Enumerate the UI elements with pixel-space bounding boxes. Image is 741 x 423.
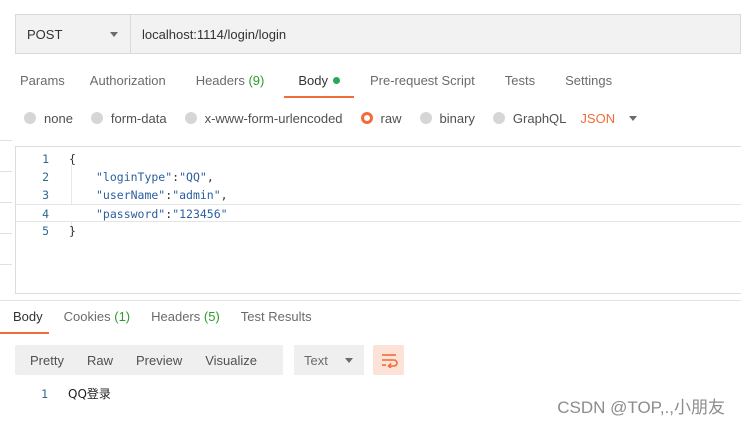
response-tab-body[interactable]: Body [0, 309, 49, 335]
response-view-modes: Pretty Raw Preview Visualize [15, 345, 283, 375]
radio-selected-icon [360, 112, 373, 124]
response-content: QQ登录 [68, 387, 111, 401]
request-body-editor[interactable]: 1 { 2 "loginType":"QQ", 3 "userName":"ad… [15, 146, 741, 294]
radio-none[interactable]: none [24, 111, 73, 126]
code-text: "loginType":"QQ", [96, 170, 214, 184]
body-mode-options: none form-data x-www-form-urlencoded raw… [24, 108, 638, 128]
radio-circle-icon [419, 112, 432, 124]
radio-binary[interactable]: binary [419, 111, 475, 126]
chevron-down-icon [629, 115, 638, 121]
response-tab-cookies[interactable]: Cookies (1) [64, 309, 130, 335]
code-text: } [69, 224, 76, 238]
radio-form-data[interactable]: form-data [90, 111, 167, 126]
watermark: CSDN @TOP,.,小朋友 [557, 398, 725, 417]
editor-line: 1 { [42, 152, 76, 166]
request-tabs: Params Authorization Headers (9) Body Pr… [20, 64, 612, 98]
response-tab-test-results[interactable]: Test Results [241, 309, 312, 335]
headers-count: (9) [248, 73, 265, 88]
view-visualize-button[interactable]: Visualize [190, 353, 265, 368]
code-text: "password":"123456" [96, 207, 228, 221]
wrap-lines-button[interactable] [373, 345, 404, 375]
radio-circle-icon [492, 112, 505, 124]
radio-graphql[interactable]: GraphQL [492, 111, 566, 126]
response-divider [0, 300, 741, 301]
editor-line: 5 } [42, 224, 76, 238]
response-tab-headers[interactable]: Headers (5) [151, 309, 220, 335]
chevron-down-icon [344, 357, 353, 363]
body-active-dot-icon [332, 77, 340, 84]
code-text: { [69, 152, 76, 166]
request-url-bar: POST localhost:1114/login/login [15, 14, 741, 54]
response-tabs: Body Cookies (1) Headers (5) Test Result… [0, 309, 333, 335]
format-select[interactable]: JSON [580, 110, 638, 126]
editor-line: 3 "userName":"admin", [42, 188, 228, 202]
editor-line-current: 4 "password":"123456" [16, 204, 741, 222]
view-raw-button[interactable]: Raw [72, 353, 121, 368]
tab-body[interactable]: Body [284, 64, 354, 98]
code-text: "userName":"admin", [96, 188, 228, 202]
editor-line: 2 "loginType":"QQ", [42, 170, 214, 184]
wrap-lines-icon [381, 354, 398, 368]
view-pretty-button[interactable]: Pretty [15, 353, 72, 368]
view-preview-button[interactable]: Preview [121, 353, 190, 368]
url-input[interactable]: localhost:1114/login/login [131, 15, 740, 53]
left-edge-marks [0, 140, 12, 295]
radio-x-www-form-urlencoded[interactable]: x-www-form-urlencoded [184, 111, 343, 126]
tab-authorization[interactable]: Authorization [90, 64, 166, 98]
tab-headers[interactable]: Headers (9) [196, 64, 265, 98]
radio-circle-icon [184, 112, 197, 124]
method-select[interactable]: POST [16, 15, 131, 53]
tab-pre-request-script[interactable]: Pre-request Script [370, 64, 475, 98]
radio-circle-icon [24, 112, 36, 124]
tab-tests[interactable]: Tests [505, 64, 535, 98]
chevron-down-icon [110, 32, 118, 37]
response-type-select[interactable]: Text [294, 345, 364, 375]
format-label: JSON [580, 110, 616, 126]
tab-params[interactable]: Params [20, 64, 65, 98]
method-label: POST [27, 26, 63, 42]
radio-raw[interactable]: raw [360, 111, 402, 126]
tab-settings[interactable]: Settings [565, 64, 612, 98]
radio-circle-icon [90, 112, 103, 124]
